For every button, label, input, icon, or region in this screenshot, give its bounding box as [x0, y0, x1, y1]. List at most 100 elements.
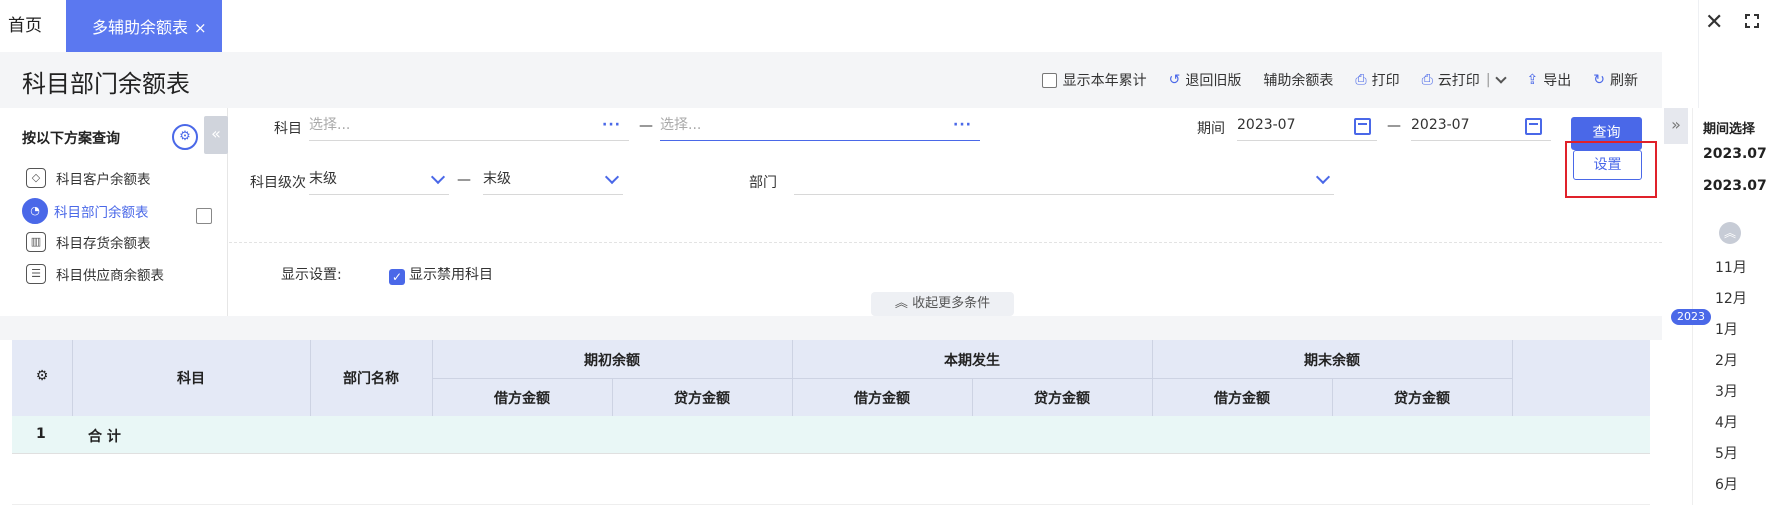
month-item[interactable]: 12月 — [1715, 288, 1747, 308]
month-item[interactable]: 11月 — [1715, 257, 1747, 277]
collapse-more-label: 收起更多条件 — [912, 296, 991, 311]
scheme-title: 按以下方案查询 — [22, 131, 120, 147]
fullscreen-icon[interactable] — [1745, 14, 1759, 28]
month-item[interactable]: 6月 — [1715, 474, 1738, 494]
col-opening-debit: 借方金额 — [494, 391, 550, 407]
table-header: ⚙ 科目 部门名称 期初余额 本期发生 期末余额 借方金额 贷方金额 借方金额 … — [12, 340, 1650, 416]
row-index: 1 — [36, 426, 46, 442]
page-header: 科目部门余额表 显示本年累计 ↺ 退回旧版 辅助余额表 ⎙ 打印 ⎙ 云打印 |… — [0, 52, 1662, 108]
cloud-print-label: 云打印 — [1437, 73, 1480, 89]
chevron-up-icon: ︽ — [894, 296, 908, 311]
chart-icon: ▥ — [26, 232, 46, 252]
subject-level-from-select[interactable]: 末级 — [309, 165, 449, 195]
printer-icon: ⎙ — [1355, 72, 1367, 88]
department-select[interactable] — [794, 165, 1334, 195]
table-row — [12, 454, 1650, 505]
page-title: 科目部门余额表 — [22, 70, 190, 98]
more-icon[interactable]: ··· — [953, 111, 972, 139]
group-closing-balance: 期末余额 — [1304, 353, 1360, 369]
month-item[interactable]: 3月 — [1715, 381, 1738, 401]
chevron-down-icon — [430, 169, 446, 185]
col-closing-debit: 借方金额 — [1214, 391, 1270, 407]
year-badge: 2023 — [1671, 309, 1711, 325]
chevron-down-icon[interactable] — [1494, 72, 1507, 84]
close-window-icon[interactable]: ✕ — [1705, 10, 1723, 35]
printer-icon: ⎙ — [1421, 72, 1433, 88]
month-item[interactable]: 5月 — [1715, 443, 1738, 463]
period-panel-to[interactable]: 2023.07 — [1703, 178, 1767, 194]
divider — [229, 242, 1662, 243]
row-label: 合 计 — [88, 429, 121, 445]
print-label: 打印 — [1371, 73, 1400, 89]
gear-icon[interactable]: ⚙ — [172, 124, 198, 150]
col-current-credit: 贷方金额 — [1034, 391, 1090, 407]
chevron-up-icon[interactable]: ︽ — [1719, 222, 1741, 244]
col-opening-credit: 贷方金额 — [674, 391, 730, 407]
month-item[interactable]: 2月 — [1715, 350, 1738, 370]
scheme-item-department[interactable]: ◔ 科目部门余额表 — [22, 198, 149, 224]
revert-old-label: 退回旧版 — [1185, 73, 1242, 89]
gear-icon[interactable]: ⚙ — [12, 368, 72, 384]
refresh-label: 刷新 — [1610, 73, 1638, 89]
col-subject: 科目 — [177, 371, 205, 387]
collapse-panel-button[interactable]: « — [204, 116, 228, 154]
subject-to-input[interactable]: 选择... ··· — [660, 111, 980, 141]
more-icon[interactable]: ··· — [602, 111, 621, 139]
period-to-value: 2023-07 — [1411, 117, 1470, 133]
col-current-debit: 借方金额 — [854, 391, 910, 407]
show-year-total-checkbox[interactable]: 显示本年累计 — [1041, 70, 1147, 90]
separator: | — [1485, 72, 1491, 88]
range-dash: — — [639, 118, 653, 134]
period-from-value: 2023-07 — [1237, 117, 1296, 133]
calendar-icon[interactable] — [1354, 118, 1371, 135]
subject-from-placeholder: 选择... — [309, 117, 351, 133]
scheme-item-customer[interactable]: ◇ 科目客户余额表 — [26, 168, 151, 188]
group-opening-balance: 期初余额 — [584, 353, 640, 369]
tab-close-icon[interactable]: × — [194, 19, 207, 37]
subject-level-to-select[interactable]: 末级 — [483, 165, 623, 195]
export-label: 导出 — [1543, 73, 1572, 89]
show-disabled-checkbox[interactable]: ✓ 显示禁用科目 — [389, 264, 493, 285]
refresh-icon: ↻ — [1593, 72, 1605, 88]
revert-old-version-button[interactable]: ↺ 退回旧版 — [1169, 70, 1242, 90]
display-settings-label: 显示设置: — [281, 267, 342, 283]
month-item[interactable]: 1月 — [1715, 319, 1738, 339]
period-panel-toggle[interactable]: » — [1664, 108, 1688, 144]
scheme-item-label: 科目供应商余额表 — [56, 268, 164, 284]
col-closing-credit: 贷方金额 — [1394, 391, 1450, 407]
cube-icon: ◇ — [26, 168, 46, 188]
highlight-box — [1565, 141, 1657, 198]
tab-label: 多辅助余额表 — [92, 18, 189, 37]
export-icon: ⇪ — [1526, 72, 1539, 88]
collapse-more-conditions-button[interactable]: ︽ 收起更多条件 — [871, 292, 1014, 316]
tab-multi-aux-balance[interactable]: 多辅助余额表 × — [66, 0, 222, 53]
level-to-value: 末级 — [483, 171, 511, 187]
range-dash: — — [1387, 118, 1401, 134]
tab-home[interactable]: 首页 — [0, 0, 50, 52]
chevron-down-icon — [604, 169, 620, 185]
scheme-item-inventory[interactable]: ▥ 科目存货余额表 — [26, 232, 151, 252]
checkbox-icon — [1041, 72, 1057, 88]
show-disabled-label: 显示禁用科目 — [409, 267, 493, 283]
subject-from-input[interactable]: 选择... ··· — [309, 111, 629, 141]
period-panel-from[interactable]: 2023.07 — [1703, 146, 1767, 162]
group-current-period: 本期发生 — [944, 353, 1000, 369]
calendar-icon[interactable] — [1525, 118, 1542, 135]
subject-level-label: 科目级次 — [250, 175, 306, 191]
save-icon[interactable] — [196, 208, 212, 224]
refresh-button[interactable]: ↻ 刷新 — [1593, 70, 1638, 90]
print-button[interactable]: ⎙ 打印 — [1355, 70, 1399, 90]
aux-balance-button[interactable]: 辅助余额表 — [1263, 70, 1333, 90]
clock-icon: ◔ — [22, 198, 48, 224]
cloud-print-button[interactable]: ⎙ 云打印 | — [1421, 70, 1507, 90]
filter-area: 科目 选择... ··· — 选择... ··· 期间 2023-07 — 20… — [229, 108, 1662, 316]
table-row-total[interactable]: 1 合 计 — [12, 416, 1650, 454]
separator-band — [0, 316, 1662, 340]
month-item[interactable]: 4月 — [1715, 412, 1738, 432]
export-button[interactable]: ⇪ 导出 — [1527, 70, 1572, 90]
scheme-panel: 按以下方案查询 ⚙ « ◇ 科目客户余额表 ◔ 科目部门余额表 ▥ 科目存货余额… — [0, 108, 228, 316]
toolbar: 显示本年累计 ↺ 退回旧版 辅助余额表 ⎙ 打印 ⎙ 云打印 | ⇪ 导出 ↻ … — [1020, 70, 1638, 90]
period-label: 期间 — [1197, 121, 1225, 137]
period-panel: 期间选择 2023.07 2023.07 ︽ 11月 12月 1月 2月 3月 … — [1692, 108, 1769, 505]
scheme-item-supplier[interactable]: ☰ 科目供应商余额表 — [26, 264, 164, 284]
